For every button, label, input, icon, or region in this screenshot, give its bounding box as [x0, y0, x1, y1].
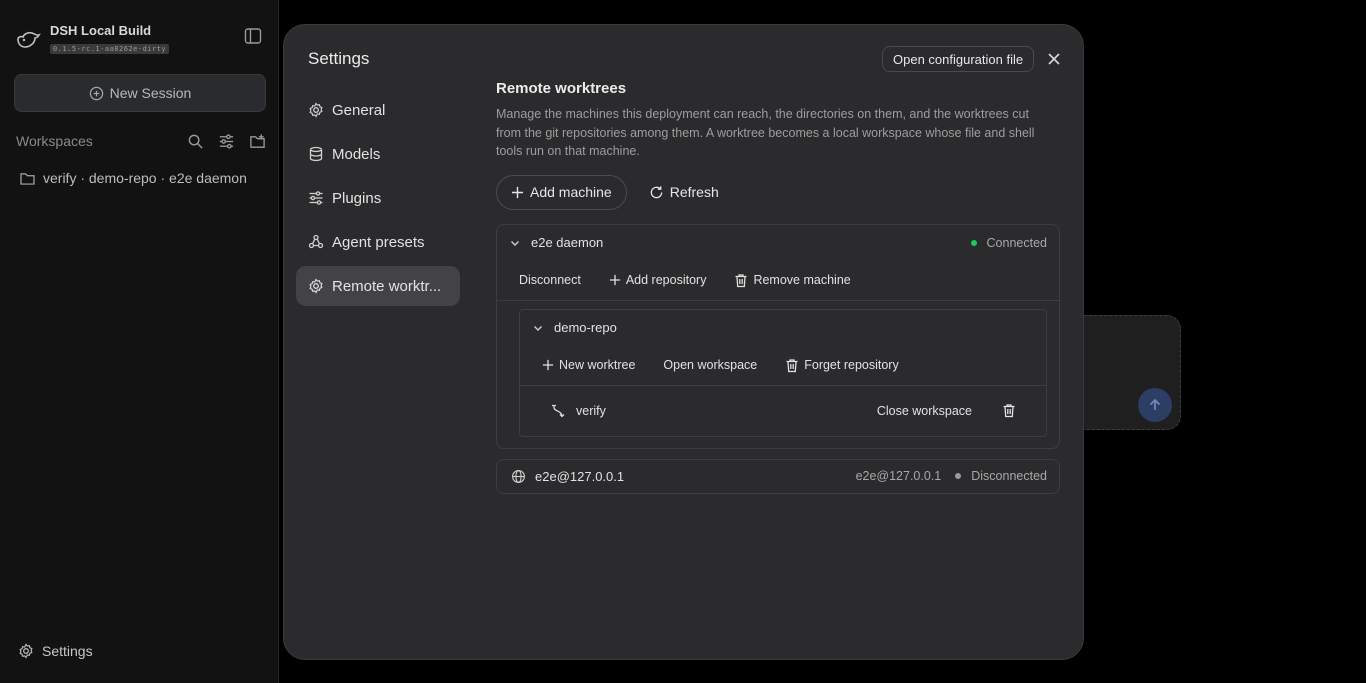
section-actions: Add machine Refresh	[496, 174, 1060, 210]
presets-icon	[308, 234, 324, 250]
settings-nav: General Models Plugins Agent presets Rem…	[296, 90, 460, 310]
status-dot	[970, 239, 977, 246]
brand-title: DSH Local Build	[50, 23, 152, 38]
worktree-row: verify Close workspace	[520, 386, 1046, 436]
modal-title: Settings	[308, 49, 370, 68]
disconnect-label: Disconnect	[519, 273, 581, 287]
repository-header[interactable]: demo-repo	[520, 310, 1046, 346]
brand: DSH Local Build 0.1.5-rc.1-aa8262e-dirty	[16, 23, 170, 56]
plus-circle-icon	[89, 86, 104, 101]
new-folder-icon[interactable]	[249, 133, 266, 150]
close-icon[interactable]	[1046, 51, 1062, 67]
gear-icon	[308, 102, 324, 118]
open-config-button[interactable]: Open configuration file	[882, 46, 1035, 72]
workspaces-title: Workspaces	[16, 133, 93, 149]
forget-repository-button[interactable]: Forget repository	[785, 358, 899, 373]
search-icon[interactable]	[187, 133, 204, 150]
machine-name: e2e daemon	[531, 235, 604, 250]
machine-name: e2e@127.0.0.1	[535, 468, 625, 484]
gear-icon	[18, 643, 34, 659]
repository-name: demo-repo	[554, 320, 617, 335]
machine-header[interactable]: e2e daemon Connected	[497, 225, 1059, 261]
nav-label: Models	[332, 145, 381, 163]
trash-icon[interactable]	[1002, 403, 1016, 418]
status-text: Disconnected	[971, 469, 1047, 483]
nav-label: Agent presets	[332, 233, 425, 251]
open-workspace-label: Open workspace	[663, 358, 758, 372]
new-worktree-label: New worktree	[559, 358, 636, 372]
add-repository-label: Add repository	[625, 273, 707, 287]
machine-card[interactable]: e2e@127.0.0.1 e2e@127.0.0.1 Disconnected	[496, 458, 1060, 494]
nav-item-models[interactable]: Models	[296, 134, 460, 174]
repository-card: demo-repo New worktree Open workspace Fo…	[519, 308, 1047, 437]
database-icon	[308, 146, 324, 162]
add-machine-button[interactable]: Add machine	[496, 174, 627, 210]
sliders-icon	[308, 190, 324, 206]
version-badge: 0.1.5-rc.1-aa8262e-dirty	[50, 44, 170, 54]
plus-icon	[511, 186, 524, 199]
remove-machine-label: Remove machine	[753, 273, 851, 287]
sidebar: DSH Local Build 0.1.5-rc.1-aa8262e-dirty…	[0, 0, 279, 683]
chevron-down-icon[interactable]	[509, 237, 521, 249]
machine-card: e2e daemon Connected Disconnect Add repo…	[496, 223, 1060, 449]
refresh-label: Refresh	[669, 184, 719, 200]
settings-modal: Settings Open configuration file General…	[283, 24, 1084, 660]
sidebar-settings-button[interactable]: Settings	[18, 643, 93, 659]
machine-actions: Disconnect Add repository Remove machine	[497, 261, 1059, 301]
open-workspace-button[interactable]: Open workspace	[663, 358, 757, 372]
status-indicator: Disconnected	[955, 469, 1047, 483]
status-dot	[955, 473, 962, 479]
remote-worktrees-panel: Remote worktrees Manage the machines thi…	[496, 80, 1060, 494]
workspaces-header: Workspaces	[16, 131, 266, 151]
forget-repository-label: Forget repository	[804, 358, 899, 372]
sidebar-toggle-icon[interactable]	[244, 27, 262, 45]
new-session-button[interactable]: New Session	[14, 74, 266, 112]
nav-item-general[interactable]: General	[296, 90, 460, 130]
section-description: Manage the machines this deployment can …	[496, 107, 1035, 158]
section-title: Remote worktrees	[496, 80, 627, 97]
refresh-button[interactable]: Refresh	[641, 175, 727, 210]
nav-label: General	[332, 101, 386, 119]
send-button[interactable]	[1138, 388, 1172, 422]
nav-item-agent-presets[interactable]: Agent presets	[296, 222, 460, 262]
new-session-label: New Session	[109, 85, 192, 101]
status-text: Connected	[986, 235, 1047, 250]
remove-machine-button[interactable]: Remove machine	[734, 273, 851, 288]
nav-label: Plugins	[332, 189, 382, 207]
disconnect-button[interactable]: Disconnect	[519, 273, 581, 287]
repository-actions: New worktree Open workspace Forget repos…	[520, 346, 1046, 386]
plus-icon	[609, 274, 621, 286]
filter-sliders-icon[interactable]	[218, 133, 235, 150]
close-workspace-button[interactable]: Close workspace	[877, 404, 972, 418]
refresh-icon	[649, 185, 664, 200]
plus-icon	[542, 359, 554, 371]
globe-icon	[511, 469, 526, 484]
arrow-up-icon	[1147, 397, 1163, 413]
whale-logo-icon	[16, 29, 42, 51]
add-repository-button[interactable]: Add repository	[609, 273, 707, 287]
machine-host: e2e@127.0.0.1	[855, 469, 942, 483]
add-machine-label: Add machine	[530, 184, 612, 200]
trash-icon	[785, 358, 799, 373]
nav-item-plugins[interactable]: Plugins	[296, 178, 460, 218]
worktree-name: verify	[576, 403, 606, 418]
trash-icon	[734, 273, 748, 288]
new-worktree-button[interactable]: New worktree	[542, 358, 635, 372]
workspace-item-label: verify · demo-repo · e2e daemon	[43, 170, 247, 186]
folder-icon	[20, 172, 35, 185]
chevron-down-icon[interactable]	[532, 322, 544, 334]
nav-label: Remote worktr...	[332, 277, 442, 295]
status-indicator: Connected	[970, 235, 1047, 250]
sidebar-settings-label: Settings	[42, 643, 93, 659]
gear-icon	[308, 278, 324, 294]
git-branch-icon	[550, 403, 566, 419]
workspace-list-item[interactable]: verify · demo-repo · e2e daemon	[20, 170, 247, 186]
nav-item-remote-worktrees[interactable]: Remote worktr...	[296, 266, 460, 306]
